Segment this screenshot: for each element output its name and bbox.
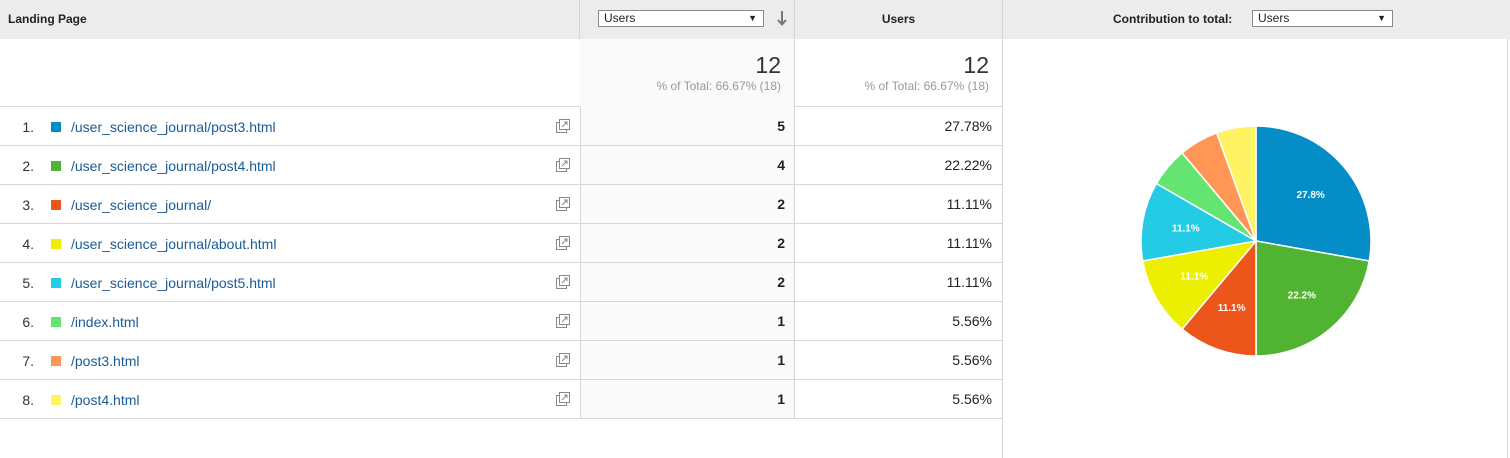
table-row: 7. /post3.html 1 5.56% (0, 341, 1003, 380)
dropdown-arrow-icon: ▼ (1377, 13, 1386, 23)
contribution-percent: 5.56% (795, 341, 1003, 379)
landing-page-link[interactable]: /post4.html (71, 392, 139, 408)
contribution-percent: 22.22% (795, 146, 1003, 184)
color-swatch (51, 239, 61, 249)
table-row: 6. /index.html 1 5.56% (0, 302, 1003, 341)
total-metric-value: 12 (755, 52, 781, 78)
contribution-select-value: Users (1258, 11, 1290, 25)
landing-page-header[interactable]: Landing Page (0, 0, 580, 39)
total-users-cell: 12 % of Total: 66.67% (18) (795, 39, 1003, 107)
pie-slice-label: 11.1% (1172, 224, 1200, 235)
users-value: 1 (580, 302, 795, 340)
dropdown-arrow-icon: ▼ (748, 13, 757, 23)
contribution-percent: 11.11% (795, 224, 1003, 262)
row-number: 3. (22, 197, 34, 213)
open-external-icon[interactable] (556, 392, 570, 406)
contribution-header: Contribution to total: Users ▼ (1003, 0, 1510, 39)
metric-select[interactable]: Users ▼ (598, 10, 764, 27)
landing-page-link[interactable]: /user_science_journal/post5.html (71, 275, 276, 291)
contribution-pie-chart: 27.8% 22.2% 11.1% 11.1% 11.1% (1140, 125, 1372, 357)
color-swatch (51, 122, 61, 132)
users-value: 2 (580, 224, 795, 262)
landing-page-link[interactable]: /user_science_journal/post3.html (71, 119, 276, 135)
color-swatch (51, 317, 61, 327)
metric-column-header: Users ▼ (580, 0, 795, 39)
metric-select-value: Users (604, 11, 636, 25)
row-number: 8. (22, 392, 34, 408)
total-metric-percent: % of Total: 66.67% (18) (656, 79, 781, 93)
row-number: 2. (22, 158, 34, 174)
data-table: 1. /user_science_journal/post3.html 5 27.78… (0, 107, 1003, 419)
open-external-icon[interactable] (556, 275, 570, 289)
landing-page-link[interactable]: /user_science_journal/post4.html (71, 158, 276, 174)
users-value: 2 (580, 263, 795, 301)
open-external-icon[interactable] (556, 158, 570, 172)
divider (1507, 39, 1508, 458)
pie-slice-label: 22.2% (1288, 291, 1316, 302)
row-number: 7. (22, 353, 34, 369)
row-number: 6. (22, 314, 34, 330)
color-swatch (51, 278, 61, 288)
open-external-icon[interactable] (556, 353, 570, 367)
divider (1002, 107, 1003, 458)
total-users-value: 12 (963, 52, 989, 78)
users-value: 5 (580, 107, 795, 145)
table-row: 2. /user_science_journal/post4.html 4 22.22… (0, 146, 1003, 185)
users-value: 1 (580, 380, 795, 418)
contribution-percent: 5.56% (795, 380, 1003, 418)
total-metric-cell: 12 % of Total: 66.67% (18) (580, 39, 795, 107)
pie-slice-label: 27.8% (1296, 190, 1324, 201)
row-number: 4. (22, 236, 34, 252)
landing-page-header-label: Landing Page (8, 12, 87, 26)
table-row: 5. /user_science_journal/post5.html 2 11.11… (0, 263, 1003, 302)
color-swatch (51, 356, 61, 366)
landing-page-link[interactable]: /user_science_journal/about.html (71, 236, 276, 252)
pie-slice-label: 11.1% (1218, 303, 1246, 314)
table-row: 1. /user_science_journal/post3.html 5 27.78… (0, 107, 1003, 146)
color-swatch (51, 395, 61, 405)
pie-slice-label: 11.1% (1180, 272, 1208, 283)
row-number: 1. (22, 119, 34, 135)
contribution-label: Contribution to total: (1113, 12, 1233, 26)
users-column-header-label: Users (881, 12, 916, 26)
table-row: 4. /user_science_journal/about.html 2 11.11… (0, 224, 1003, 263)
color-swatch (51, 200, 61, 210)
open-external-icon[interactable] (556, 236, 570, 250)
users-value: 2 (580, 185, 795, 223)
landing-page-link[interactable]: /index.html (71, 314, 139, 330)
sort-descending-icon[interactable] (777, 10, 787, 26)
open-external-icon[interactable] (556, 119, 570, 133)
color-swatch (51, 161, 61, 171)
landing-page-link[interactable]: /user_science_journal/ (71, 197, 211, 213)
users-column-header[interactable]: Users (795, 0, 1003, 39)
total-users-percent: % of Total: 66.67% (18) (864, 79, 989, 93)
users-value: 4 (580, 146, 795, 184)
totals-row: 12 % of Total: 66.67% (18) 12 % of Total… (0, 39, 1003, 107)
contribution-percent: 27.78% (795, 107, 1003, 145)
users-value: 1 (580, 341, 795, 379)
contribution-select[interactable]: Users ▼ (1252, 10, 1393, 27)
open-external-icon[interactable] (556, 314, 570, 328)
row-number: 5. (22, 275, 34, 291)
contribution-percent: 11.11% (795, 263, 1003, 301)
table-row: 8. /post4.html 1 5.56% (0, 380, 1003, 419)
contribution-percent: 5.56% (795, 302, 1003, 340)
table-header: Landing Page Users ▼ Users Contribution … (0, 0, 1510, 39)
landing-page-link[interactable]: /post3.html (71, 353, 139, 369)
contribution-percent: 11.11% (795, 185, 1003, 223)
table-row: 3. /user_science_journal/2 11.11% (0, 185, 1003, 224)
open-external-icon[interactable] (556, 197, 570, 211)
